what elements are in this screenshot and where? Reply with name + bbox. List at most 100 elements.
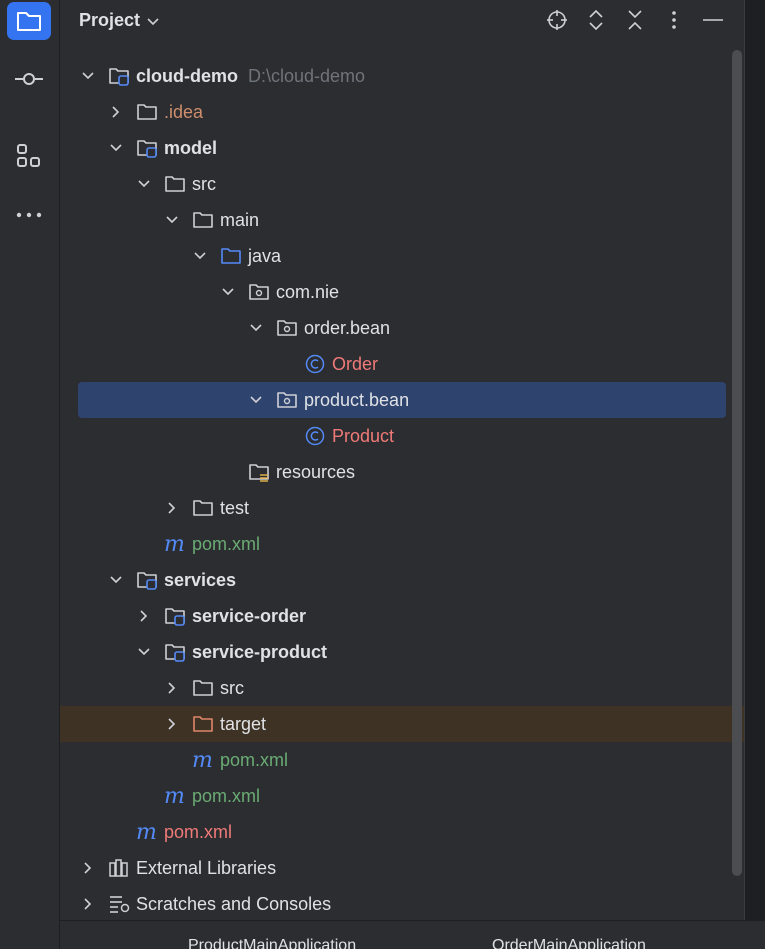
more-tools-icon[interactable] [7, 196, 51, 234]
tree-item-label: main [220, 210, 260, 230]
chevron-down-icon[interactable] [164, 212, 180, 228]
commit-icon[interactable] [7, 60, 51, 98]
folder-icon [192, 209, 214, 231]
tree-row[interactable]: .idea [60, 94, 744, 130]
ide-window: Project cloud-demo D:\cloud-demo .idea mode… [0, 0, 765, 949]
library-icon [108, 857, 130, 879]
tree-item-label: test [220, 498, 250, 518]
maven-icon: m [164, 784, 186, 809]
chevron-down-icon[interactable] [220, 284, 236, 300]
module-folder-icon [164, 641, 186, 663]
chevron-down-icon[interactable] [108, 572, 124, 588]
svg-text:m: m [192, 749, 213, 771]
chevron-right-icon[interactable] [80, 860, 96, 876]
locate-icon[interactable] [545, 8, 569, 32]
vertical-scrollbar[interactable] [732, 50, 742, 876]
module-folder-icon [136, 569, 158, 591]
chevron-down-icon[interactable] [192, 248, 208, 264]
tree-item-label: .idea [164, 102, 204, 122]
class-icon [304, 425, 326, 447]
chevron-right-icon[interactable] [164, 716, 180, 732]
chevron-right-icon[interactable] [136, 608, 152, 624]
maven-icon: m [164, 532, 186, 557]
module-folder-icon [108, 65, 130, 87]
tree-item-label: Product [332, 426, 395, 446]
tree-row[interactable]: m pom.xml [60, 742, 744, 778]
expand-all-icon[interactable] [584, 8, 608, 32]
more-options-icon[interactable] [662, 8, 686, 32]
package-icon [276, 317, 298, 339]
tree-row[interactable]: Order [60, 346, 744, 382]
tree-item-label: src [220, 678, 244, 698]
tree-row[interactable]: m pom.xml [60, 814, 744, 850]
tree-row[interactable]: java [60, 238, 744, 274]
tree-row[interactable]: target [60, 706, 744, 742]
tree-item-label: product.bean [304, 390, 410, 410]
package-icon [248, 281, 270, 303]
chevron-right-icon[interactable] [164, 680, 180, 696]
chevron-right-icon[interactable] [80, 896, 96, 912]
tree-item-label: pom.xml [192, 786, 261, 806]
run-config-product[interactable]: ProductMainApplication [188, 937, 356, 949]
tree-row[interactable]: order.bean [60, 310, 744, 346]
run-configurations-bar: ProductMainApplication OrderMainApplicat… [60, 920, 765, 949]
panel-title-dropdown[interactable]: Project [79, 10, 160, 31]
chevron-right-icon[interactable] [164, 500, 180, 516]
tree-row[interactable]: External Libraries [60, 850, 744, 886]
folder-icon [192, 497, 214, 519]
chevron-down-icon[interactable] [248, 392, 264, 408]
tree-row[interactable]: resources [60, 454, 744, 490]
chevron-down-icon[interactable] [136, 644, 152, 660]
tree-row[interactable]: src [60, 670, 744, 706]
structure-icon[interactable] [7, 137, 51, 175]
svg-text:m: m [136, 821, 157, 843]
chevron-down-icon[interactable] [80, 68, 96, 84]
tree-item-label: model [164, 138, 218, 158]
chevron-down-icon[interactable] [136, 176, 152, 192]
chevron-down-icon[interactable] [108, 140, 124, 156]
panel-header: Project [60, 0, 744, 40]
editor-area-edge [744, 0, 765, 920]
tree-item-label: pom.xml [164, 822, 233, 842]
tree-row[interactable]: main [60, 202, 744, 238]
maven-icon: m [192, 748, 214, 773]
tree-row[interactable]: src [60, 166, 744, 202]
chevron-down-icon[interactable] [248, 320, 264, 336]
source-folder-icon [220, 245, 242, 267]
chevron-right-icon[interactable] [108, 104, 124, 120]
tree-row[interactable]: m pom.xml [60, 778, 744, 814]
tree-item-label: pom.xml [220, 750, 289, 770]
collapse-all-icon[interactable] [623, 8, 647, 32]
tree-item-label: Scratches and Consoles [136, 894, 332, 914]
run-config-order[interactable]: OrderMainApplication [492, 937, 646, 949]
scratches-icon [108, 893, 130, 915]
folder-icon [192, 677, 214, 699]
tree-row[interactable]: service-order [60, 598, 744, 634]
panel-title: Project [79, 10, 141, 30]
folder-icon [136, 101, 158, 123]
tree-row[interactable]: model [60, 130, 744, 166]
tree-item-label: service-order [192, 606, 307, 626]
tree-item-label: java [248, 246, 282, 266]
tree-item-label: target [220, 714, 267, 734]
tree-row[interactable]: service-product [60, 634, 744, 670]
tree-row[interactable]: Scratches and Consoles [60, 886, 744, 922]
svg-text:m: m [164, 533, 185, 555]
project-icon[interactable] [7, 2, 51, 40]
tree-row[interactable]: com.nie [60, 274, 744, 310]
tree-row[interactable]: services [60, 562, 744, 598]
tree-row[interactable]: m pom.xml [60, 526, 744, 562]
resources-folder-icon [248, 461, 270, 483]
excluded-folder-icon [192, 713, 214, 735]
tree-row[interactable]: test [60, 490, 744, 526]
tree-row[interactable]: Product [60, 418, 744, 454]
tree-item-label: cloud-demo [136, 66, 238, 86]
tree-row[interactable]: product.bean [78, 382, 726, 418]
tree-item-label: src [192, 174, 216, 194]
project-panel: Project cloud-demo D:\cloud-demo .idea mode… [60, 0, 744, 920]
minimize-icon[interactable] [701, 8, 725, 32]
tree-item-label: service-product [192, 642, 328, 662]
activity-bar [0, 0, 60, 949]
tree-row[interactable]: cloud-demo D:\cloud-demo [60, 58, 744, 94]
tree-item-label: order.bean [304, 318, 391, 338]
